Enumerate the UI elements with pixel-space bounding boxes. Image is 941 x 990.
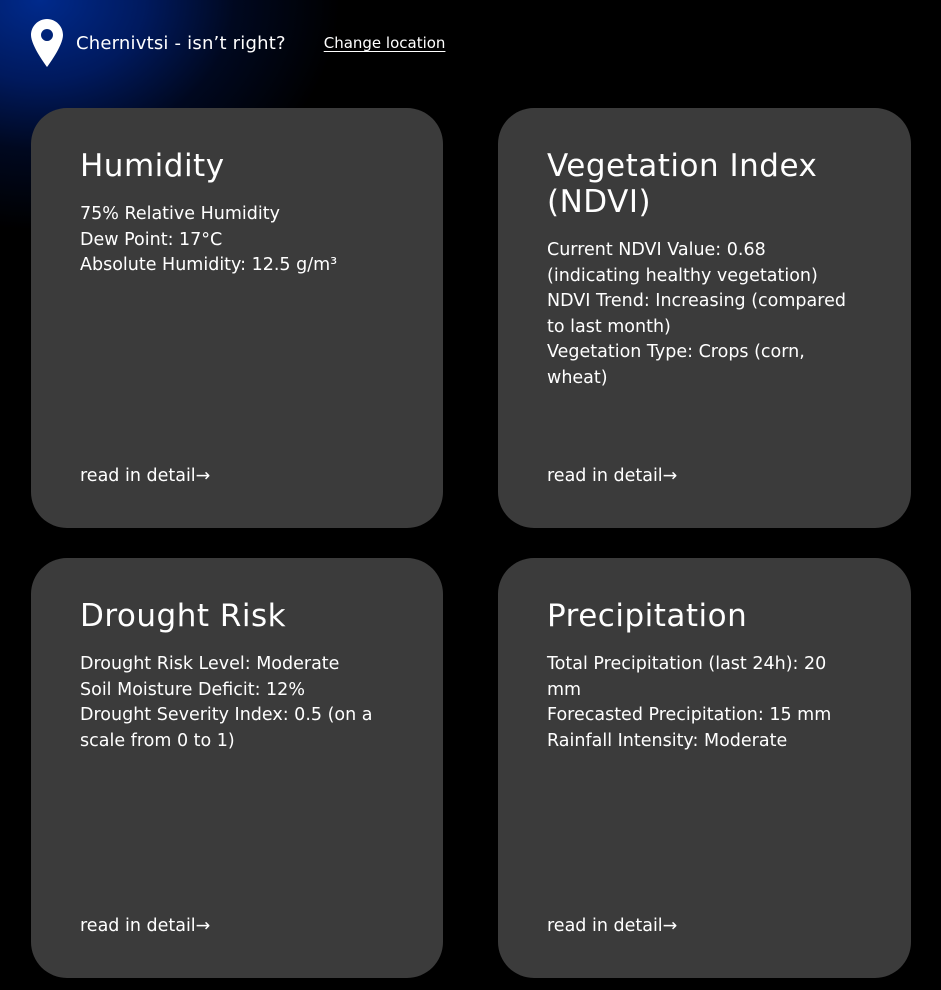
read-in-detail-link[interactable]: read in detail→ (547, 914, 677, 938)
humidity-card: Humidity 75% Relative Humidity Dew Point… (31, 108, 443, 528)
precipitation-card: Precipitation Total Precipitation (last … (498, 558, 911, 978)
map-pin-icon (31, 19, 63, 67)
card-line: NDVI Trend: Increasing (compared to last… (547, 291, 846, 337)
card-line: Total Precipitation (last 24h): 20 mm (547, 654, 827, 700)
change-location-link[interactable]: Change location (324, 34, 446, 52)
card-title: Precipitation (547, 598, 748, 634)
card-line: Vegetation Type: Crops (corn, wheat) (547, 342, 805, 388)
card-line: Soil Moisture Deficit: 12% (80, 679, 305, 700)
card-line: Forecasted Precipitation: 15 mm (547, 705, 832, 725)
card-line: Drought Risk Level: Moderate (80, 654, 340, 674)
vegetation-index-card: Vegetation Index (NDVI) Current NDVI Val… (498, 108, 911, 528)
read-in-detail-link[interactable]: read in detail→ (80, 914, 210, 938)
card-title: Drought Risk (80, 598, 287, 634)
card-line: Absolute Humidity: 12.5 g/m³ (80, 255, 338, 275)
card-body: Current NDVI Value: 0.68 (indicating hea… (547, 238, 863, 391)
current-location-text: Chernivtsi - isn’t right? (76, 32, 286, 54)
drought-risk-card: Drought Risk Drought Risk Level: Moderat… (31, 558, 443, 978)
card-line: 75% Relative Humidity (80, 204, 280, 224)
card-body: 75% Relative Humidity Dew Point: 17°C Ab… (80, 202, 395, 279)
card-line: Drought Severity Index: 0.5 (on a scale … (80, 705, 373, 751)
read-in-detail-link[interactable]: read in detail→ (80, 464, 210, 488)
card-title: Vegetation Index (NDVI) (547, 148, 818, 220)
card-body: Drought Risk Level: Moderate Soil Moistu… (80, 652, 395, 754)
page: Chernivtsi - isn’t right? Change locatio… (0, 0, 941, 990)
card-line: Current NDVI Value: 0.68 (indicating hea… (547, 240, 818, 286)
card-line: Dew Point: 17°C (80, 229, 223, 250)
card-title: Humidity (80, 148, 225, 184)
location-bar: Chernivtsi - isn’t right? Change locatio… (30, 18, 445, 68)
card-line: Rainfall Intensity: Moderate (547, 730, 788, 751)
card-body: Total Precipitation (last 24h): 20 mm Fo… (547, 652, 863, 754)
read-in-detail-link[interactable]: read in detail→ (547, 464, 677, 488)
